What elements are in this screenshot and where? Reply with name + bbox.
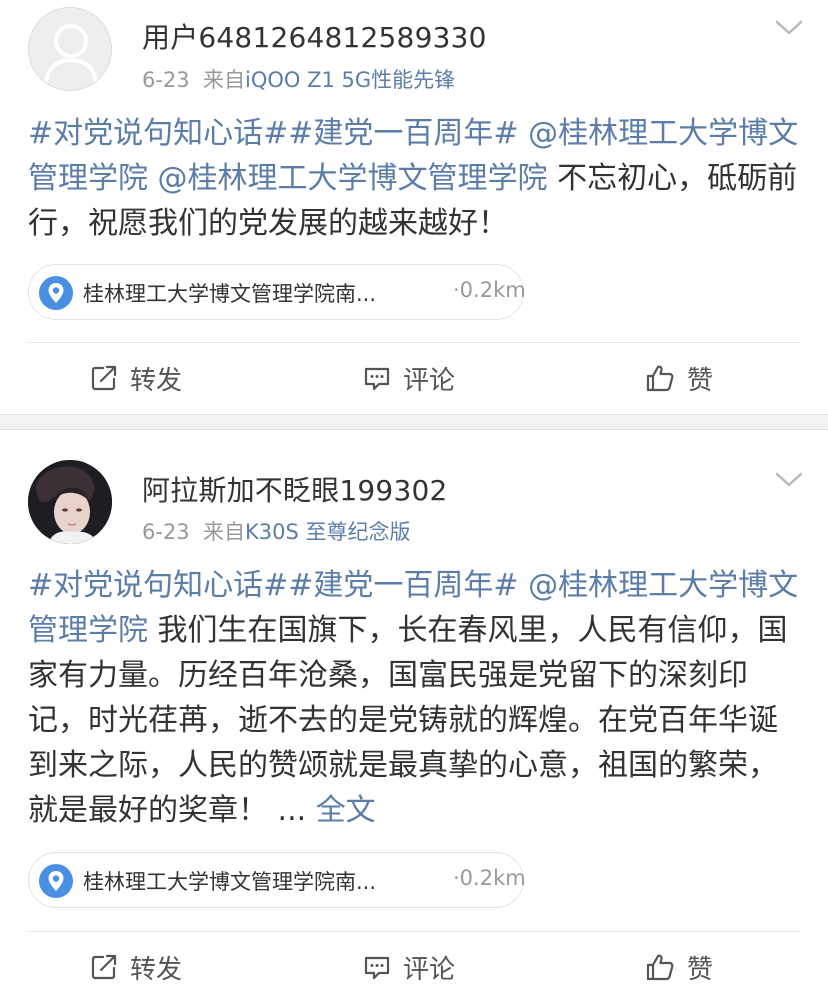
- location-tag[interactable]: 桂林理工大学博文管理学院南... ·0.2km: [28, 264, 526, 320]
- like-label: 赞: [687, 365, 714, 396]
- divider: [28, 931, 800, 932]
- location-pin-icon: [39, 276, 73, 310]
- chevron-down-icon[interactable]: [774, 470, 804, 490]
- post-meta: 6-23 来自K30S 至尊纪念版: [142, 516, 411, 546]
- repost-button[interactable]: 转发: [90, 947, 182, 987]
- post-device[interactable]: K30S 至尊纪念版: [245, 520, 411, 544]
- post-content: #对党说句知心话##建党一百周年# @桂林理工大学博文管理学院 @桂林理工大学博…: [28, 111, 800, 246]
- post-device[interactable]: iQOO Z1 5G性能先锋: [245, 68, 455, 92]
- like-button[interactable]: 赞: [645, 358, 713, 398]
- thumbs-up-icon: [646, 365, 674, 392]
- like-button[interactable]: 赞: [645, 947, 713, 987]
- location-name: 桂林理工大学博文管理学院南...: [83, 870, 377, 894]
- avatar[interactable]: [28, 460, 112, 544]
- username[interactable]: 阿拉斯加不眨眼199302: [142, 469, 448, 509]
- location-distance: ·0.2km: [453, 866, 526, 890]
- comment-icon: [364, 956, 390, 980]
- chevron-down-icon[interactable]: [774, 18, 804, 38]
- repost-label: 转发: [130, 954, 183, 985]
- location-name: 桂林理工大学博文管理学院南...: [83, 282, 377, 306]
- source-prefix: 来自: [203, 520, 246, 544]
- username[interactable]: 用户6481264812589330: [142, 16, 487, 56]
- repost-icon: [91, 365, 117, 391]
- full-text-link[interactable]: 全文: [316, 793, 376, 828]
- post-separator: [0, 414, 828, 430]
- repost-icon: [91, 954, 117, 980]
- comment-label: 评论: [403, 954, 456, 985]
- weibo-post: 阿拉斯加不眨眼199302 6-23 来自K30S 至尊纪念版 #对党说句知心话…: [0, 430, 828, 992]
- avatar[interactable]: [28, 7, 112, 91]
- like-label: 赞: [687, 954, 714, 985]
- comment-label: 评论: [403, 365, 456, 396]
- weibo-post: 用户6481264812589330 6-23 来自iQOO Z1 5G性能先锋…: [0, 0, 828, 414]
- location-distance: ·0.2km: [453, 278, 526, 302]
- repost-label: 转发: [130, 365, 183, 396]
- comment-button[interactable]: 评论: [363, 358, 455, 398]
- location-tag[interactable]: 桂林理工大学博文管理学院南... ·0.2km: [28, 852, 526, 908]
- post-date: 6-23: [142, 68, 190, 92]
- comment-icon: [364, 367, 390, 391]
- user-photo-avatar: [28, 460, 112, 544]
- thumbs-up-icon: [646, 954, 674, 981]
- post-content: #对党说句知心话##建党一百周年# @桂林理工大学博文管理学院 我们生在国旗下，…: [28, 563, 800, 833]
- divider: [28, 342, 800, 343]
- repost-button[interactable]: 转发: [90, 358, 182, 398]
- comment-button[interactable]: 评论: [363, 947, 455, 987]
- post-date: 6-23: [142, 520, 190, 544]
- source-prefix: 来自: [203, 68, 246, 92]
- default-avatar-icon: [43, 24, 99, 87]
- post-meta: 6-23 来自iQOO Z1 5G性能先锋: [142, 64, 455, 94]
- location-pin-icon: [39, 864, 73, 898]
